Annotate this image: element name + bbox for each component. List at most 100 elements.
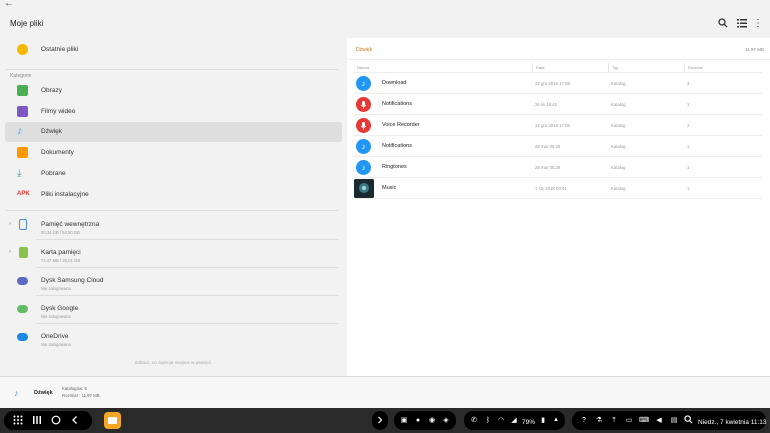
storage-usage: 72,47 MB / 30,01 GB [41,258,81,263]
microphone-icon [356,97,371,112]
app-drawer-icon[interactable] [12,415,24,428]
divider [36,267,338,268]
sidebar-item-label: Dysk Samsung Cloud [41,277,104,284]
list-view-icon[interactable] [736,17,748,29]
column-separator [684,63,685,72]
sidebar-item-label: OneDrive [41,333,69,340]
column-header-type[interactable]: Typ [612,65,618,70]
row-name: Music [382,185,397,191]
info-folder-size: Rozmiar : 11,97 MB [62,393,100,398]
more-options-icon[interactable]: ⋮ [752,17,764,29]
flask-icon[interactable]: ⚗ [593,415,605,426]
row-name: Voice Recorder [382,122,420,128]
volume-icon[interactable]: ◀ [653,415,665,426]
sidebar-item-internal-storage[interactable]: › Pamięć wewnętrzna 30,34 GB / 64,00 GB [5,215,342,239]
chevron-right-icon[interactable]: › [9,249,11,255]
microphone-icon [356,118,371,133]
divider [6,69,338,70]
home-icon[interactable] [50,415,62,428]
login-status: Nie zalogowano [41,314,71,319]
onedrive-icon [17,333,28,341]
search-icon[interactable] [717,17,729,29]
clock-icon [17,44,28,55]
phone-icon [19,219,27,230]
sidebar-item-onedrive[interactable]: OneDrive Nie zalogowano [5,327,342,351]
table-row[interactable]: ♪ Download 22 gru 2018 17:08 Katalog 3 [354,73,762,94]
table-row[interactable]: ♪ Notifications 28 mar 05:25 Katalog 1 [354,136,762,157]
table-row[interactable]: Music 1 sty 2018 00:01 Katalog 1 [354,178,762,199]
chevron-up-icon[interactable]: ▲ [550,415,562,426]
sidebar-item-sd-card[interactable]: › Karta pamięci 72,47 MB / 30,01 GB [5,243,342,267]
row-date: 28 mar 05:29 [535,165,561,170]
table-row[interactable]: ♪ Ringtones 28 mar 05:29 Katalog 1 [354,157,762,178]
gallery-icon[interactable]: ▣ [398,415,410,426]
divider [36,323,338,324]
battery-icon: ▮ [541,417,545,424]
bluetooth-icon: ᛒ [485,417,491,424]
battery-level: 79% [522,419,536,426]
divider [36,295,338,296]
keyboard-icon[interactable]: ⌨ [638,415,650,426]
ok-icon[interactable]: ◉ [426,415,438,426]
display-icon[interactable]: ▤ [668,415,680,426]
sidebar-item-label: Dźwięk [41,128,62,135]
clock[interactable]: Niedz., 7 kwietnia 11:13 [698,419,767,426]
music-note-icon: ♪ [14,388,19,398]
upload-icon[interactable]: ⤒ [608,415,620,426]
column-header-size[interactable]: Rozmiar [688,65,703,70]
row-type: Katalog [611,165,626,170]
column-separator [532,63,533,72]
column-header-name[interactable]: Nazwa [357,65,369,70]
sidebar-item-audio[interactable]: ♪ Dźwięk [5,122,342,142]
sidebar-item-label: Obrazy [41,87,62,94]
chevron-right-icon[interactable] [374,415,386,428]
sidebar-item-google-drive[interactable]: Dysk Google Nie zalogowano [5,299,342,323]
sidebar-item-videos[interactable]: Filmy wideo [5,102,342,122]
cloud-icon [17,277,28,285]
image-icon [17,85,28,96]
signal-icon: ◢ [511,417,517,424]
recent-apps-icon[interactable] [31,415,43,428]
divider [6,210,338,211]
back-arrow-icon[interactable]: ← [4,0,14,9]
expand-pill[interactable] [372,411,388,430]
back-icon[interactable] [69,415,81,428]
table-row[interactable]: Voice Recorder 22 gru 2018 17:08 Katalog… [354,115,762,136]
apk-icon: APK [17,191,30,197]
document-icon [17,147,28,158]
row-date: 22 gru 2018 17:08 [535,123,570,128]
sidebar: Ostatnie pliki Kategorie Obrazy Filmy wi… [0,38,347,376]
google-drive-icon [17,305,28,313]
search-icon[interactable] [682,415,694,427]
row-count: 3 [687,81,690,86]
folder-title: Dźwięk [356,47,373,53]
sidebar-item-images[interactable]: Obrazy [5,81,342,101]
app-header: Moje pliki ⋮ [0,10,770,38]
sidebar-item-recent[interactable]: Ostatnie pliki [5,40,342,60]
chat-icon[interactable]: ● [412,415,424,426]
album-thumbnail [354,179,374,198]
storage-analysis-hint[interactable]: Zobacz, co zajmuje miejsce w pamięci. [0,360,347,365]
table-row[interactable]: Notifications 26 lis 16:42 Katalog 1 [354,94,762,115]
file-list-panel: Dźwięk 11,97 MB Nazwa Data Typ Rozmiar ♪… [347,38,770,376]
row-count: 2 [687,123,690,128]
music-note-icon: ♪ [356,160,371,175]
storage-usage: 30,34 GB / 64,00 GB [41,230,80,235]
screenshot-icon[interactable]: ▭ [623,415,635,426]
taskbar: ▣ ● ◉ ◈ ✆ ᛒ ◠ ◢ 79% ▮ ▲ ? ⚗ ⤒ ▭ ⌨ ◀ ▤ Ni… [0,408,770,433]
sidebar-item-label: Dokumenty [41,149,74,156]
help-icon[interactable]: ? [578,415,590,426]
chevron-right-icon[interactable]: › [9,221,11,227]
my-files-app-icon[interactable] [104,412,121,429]
column-header-date[interactable]: Data [536,65,544,70]
sidebar-item-installation-files[interactable]: APK Pliki instalacyjne [5,185,342,205]
row-date: 22 gru 2018 17:08 [535,81,570,86]
sidebar-item-label: Pobrane [41,170,66,177]
selection-info-bar: ♪ Dźwięk Katalogów: 6 Rozmiar : 11,97 MB [0,376,770,408]
game-icon[interactable]: ◈ [440,415,452,426]
sidebar-item-downloads[interactable]: ⤓ Pobrane [5,164,342,184]
sidebar-item-label: Pliki instalacyjne [41,191,89,198]
sidebar-item-documents[interactable]: Dokumenty [5,143,342,163]
row-name: Notifications [382,143,412,149]
sidebar-item-samsung-cloud[interactable]: Dysk Samsung Cloud Nie zalogowano [5,271,342,295]
